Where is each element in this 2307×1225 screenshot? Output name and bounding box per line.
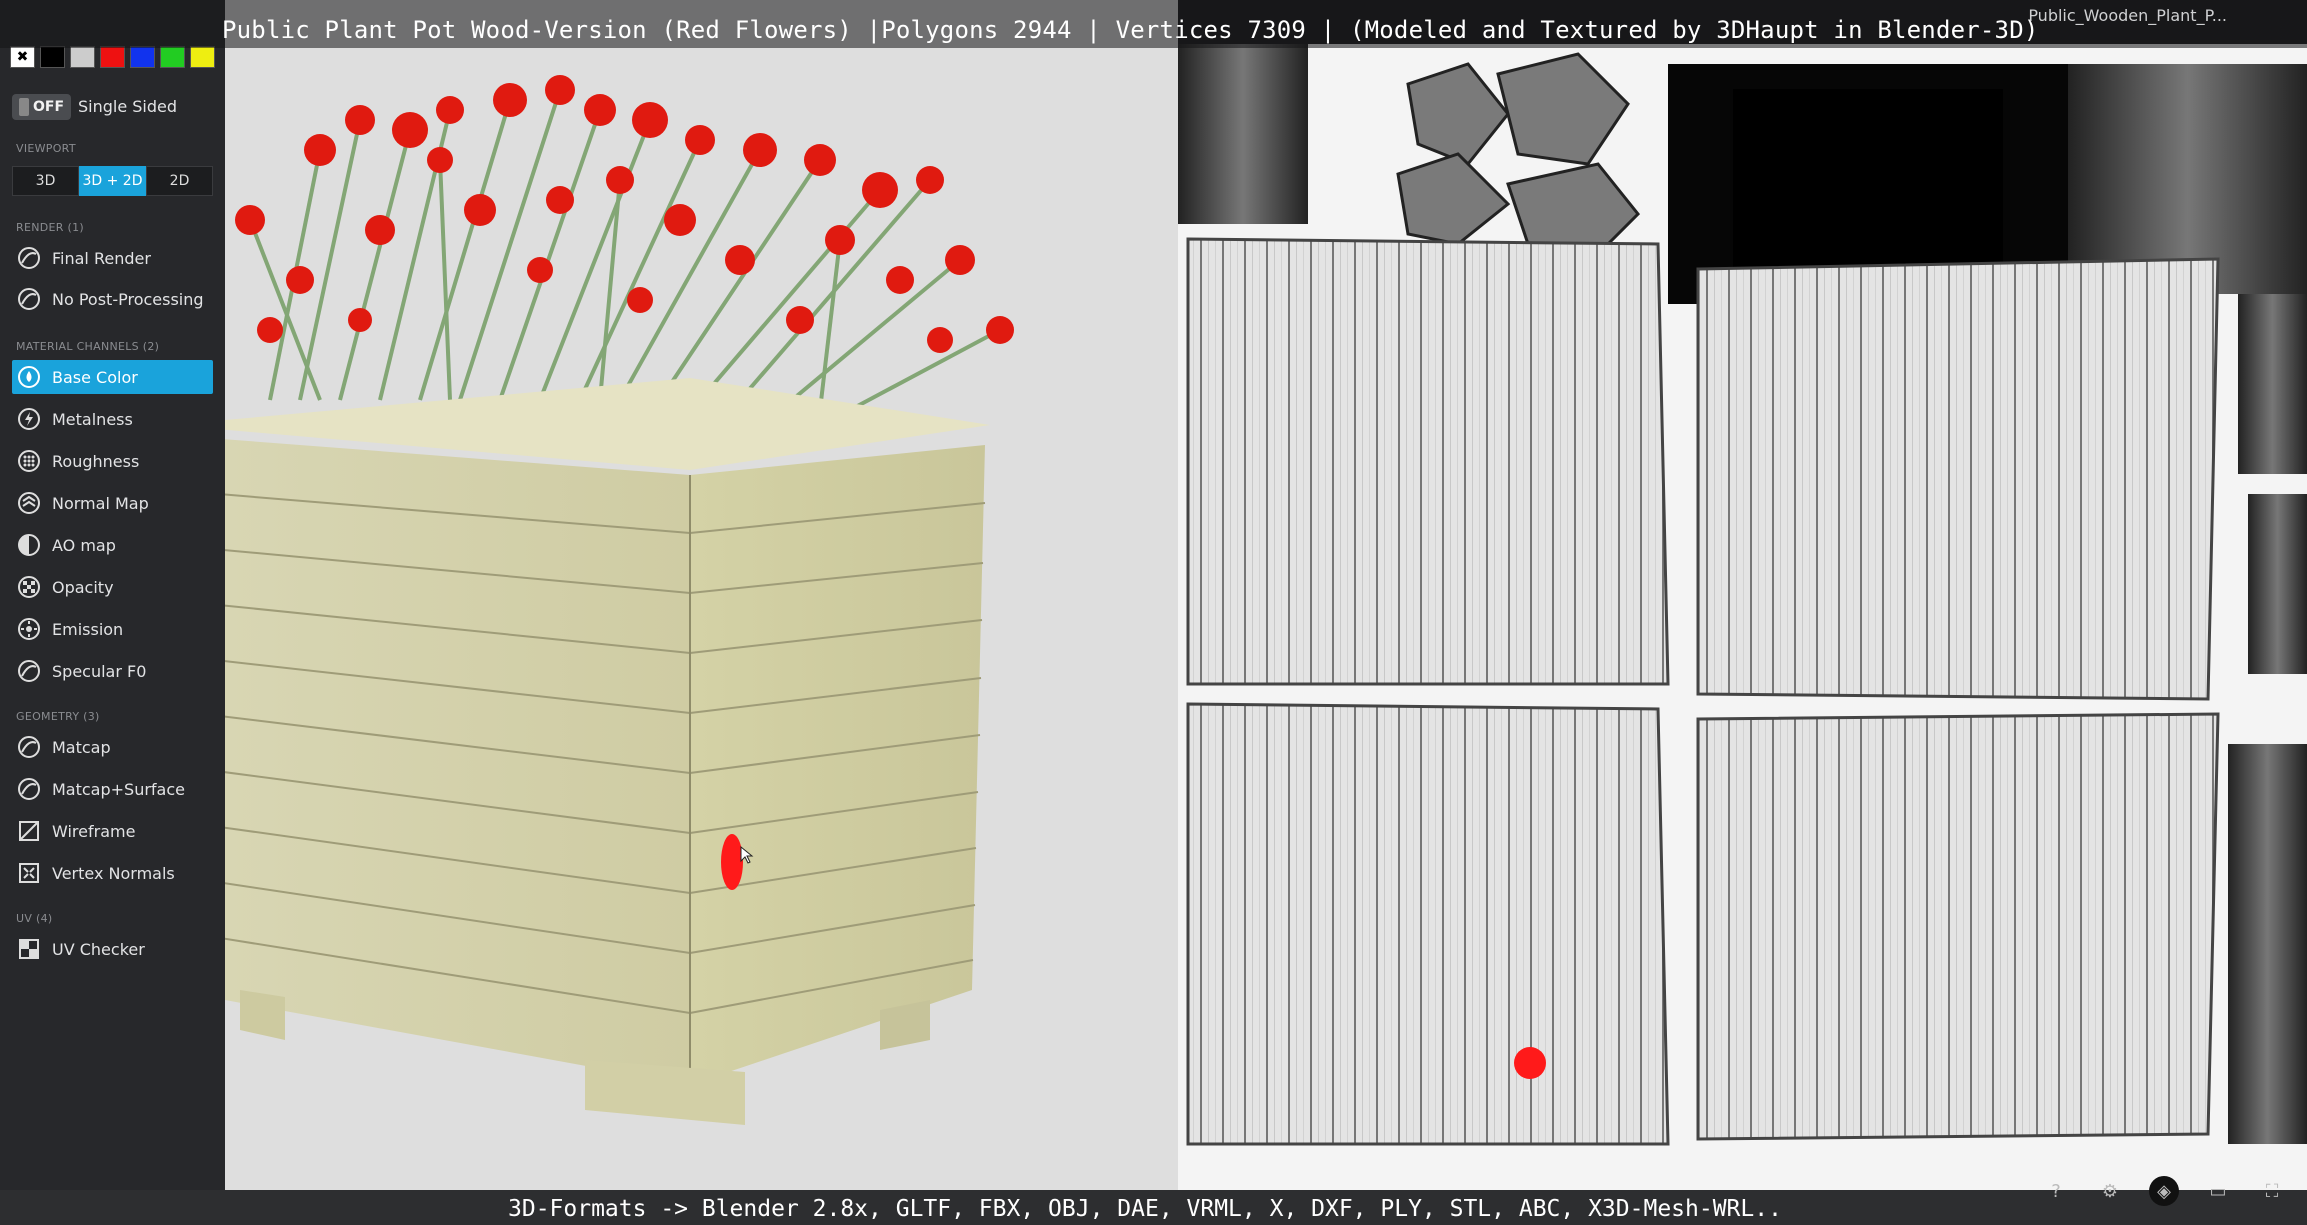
ao-map-label: AO map (52, 535, 116, 555)
normal-map-icon (16, 490, 42, 516)
matcap-label: Matcap (52, 737, 111, 757)
base-color-icon (16, 364, 42, 390)
ao-map-icon (16, 532, 42, 558)
geometry-wireframe[interactable]: Wireframe (12, 814, 213, 848)
emission-icon (16, 616, 42, 642)
channel-metalness[interactable]: Metalness (12, 402, 213, 436)
roughness-label: Roughness (52, 451, 140, 471)
render-section-label: RENDER (1) (16, 221, 84, 234)
uv-checker[interactable]: UV Checker (12, 932, 213, 966)
emission-label: Emission (52, 619, 124, 639)
opacity-icon (16, 574, 42, 600)
vertex-normals-icon (16, 860, 42, 886)
final-render-label: Final Render (52, 248, 151, 268)
inspector-sidebar: ✖ OFF Single Sided VIEWPORT 3D 3D + 2D 2… (0, 0, 225, 1225)
normal-map-label: Normal Map (52, 493, 149, 513)
mouse-cursor-icon (740, 845, 754, 864)
channel-roughness[interactable]: Roughness (12, 444, 213, 478)
3d-viewport[interactable] (225, 0, 1178, 1190)
toggle-knob (18, 98, 29, 116)
swatch-blue[interactable] (130, 46, 155, 68)
swatch-white[interactable]: ✖ (10, 46, 35, 68)
render-final-render[interactable]: Final Render (12, 241, 213, 275)
layers-icon[interactable]: ◈ (2149, 1176, 2179, 1206)
matcap-surface-label: Matcap+Surface (52, 779, 185, 799)
uv-texture-atlas (1178, 44, 2307, 1190)
swatch-yellow[interactable] (190, 46, 215, 68)
render-no-post-processing[interactable]: No Post-Processing (12, 282, 213, 316)
channel-opacity[interactable]: Opacity (12, 570, 213, 604)
uv-texture-view[interactable] (1178, 44, 2307, 1190)
wireframe-icon (16, 818, 42, 844)
single-sided-toggle[interactable]: OFF (12, 94, 71, 120)
viewport-3d-2d-button[interactable]: 3D + 2D (79, 166, 146, 196)
formats-overlay-text: 3D-Formats -> Blender 2.8x, GLTF, FBX, O… (508, 1196, 1782, 1222)
geometry-section-label: GEOMETRY (3) (16, 710, 100, 723)
model-name-label: Public_Wooden_Plant_P... (2028, 6, 2227, 25)
metalness-icon (16, 406, 42, 432)
viewport-section-label: VIEWPORT (16, 142, 76, 155)
matcap-surface-icon (16, 776, 42, 802)
roughness-icon (16, 448, 42, 474)
specular-f0-icon (16, 658, 42, 684)
no-post-processing-icon (16, 286, 42, 312)
title-overlay-text: Public Plant Pot Wood-Version (Red Flowe… (222, 16, 2039, 44)
channel-specular-f0[interactable]: Specular F0 (12, 654, 213, 688)
geometry-vertex-normals[interactable]: Vertex Normals (12, 856, 213, 890)
geometry-matcap[interactable]: Matcap (12, 730, 213, 764)
swatch-black[interactable] (40, 46, 65, 68)
material-channels-section-label: MATERIAL CHANNELS (2) (16, 340, 160, 353)
plant-pot-3d-render (225, 75, 1014, 1125)
swatch-green[interactable] (160, 46, 185, 68)
fullscreen-icon[interactable]: ⛶ (2257, 1176, 2287, 1206)
matcap-icon (16, 734, 42, 760)
channel-base-color[interactable]: Base Color (12, 360, 213, 394)
channel-normal-map[interactable]: Normal Map (12, 486, 213, 520)
viewer-toolbar: ? ⚙ ◈ ▭ ⛶ (2041, 1176, 2287, 1206)
swatch-red[interactable] (100, 46, 125, 68)
uv-checker-icon (16, 936, 42, 962)
vertex-normals-label: Vertex Normals (52, 863, 175, 883)
viewport-mode-group: 3D 3D + 2D 2D (12, 166, 213, 196)
specular-f0-label: Specular F0 (52, 661, 147, 681)
final-render-icon (16, 245, 42, 271)
single-sided-label: Single Sided (78, 97, 178, 116)
help-icon[interactable]: ? (2041, 1176, 2071, 1206)
vr-icon[interactable]: ▭ (2203, 1176, 2233, 1206)
geometry-matcap-surface[interactable]: Matcap+Surface (12, 772, 213, 806)
uv-section-label: UV (4) (16, 912, 53, 925)
base-color-label: Base Color (52, 367, 138, 387)
wireframe-color-swatches: ✖ (10, 46, 215, 68)
uv-checker-label: UV Checker (52, 939, 145, 959)
channel-ao-map[interactable]: AO map (12, 528, 213, 562)
swatch-grey[interactable] (70, 46, 95, 68)
viewport-2d-button[interactable]: 2D (146, 166, 213, 196)
no-post-processing-label: No Post-Processing (52, 289, 204, 309)
settings-icon[interactable]: ⚙ (2095, 1176, 2125, 1206)
opacity-label: Opacity (52, 577, 114, 597)
wireframe-label: Wireframe (52, 821, 136, 841)
toggle-state: OFF (32, 99, 65, 115)
channel-emission[interactable]: Emission (12, 612, 213, 646)
metalness-label: Metalness (52, 409, 133, 429)
viewport-3d-button[interactable]: 3D (12, 166, 79, 196)
